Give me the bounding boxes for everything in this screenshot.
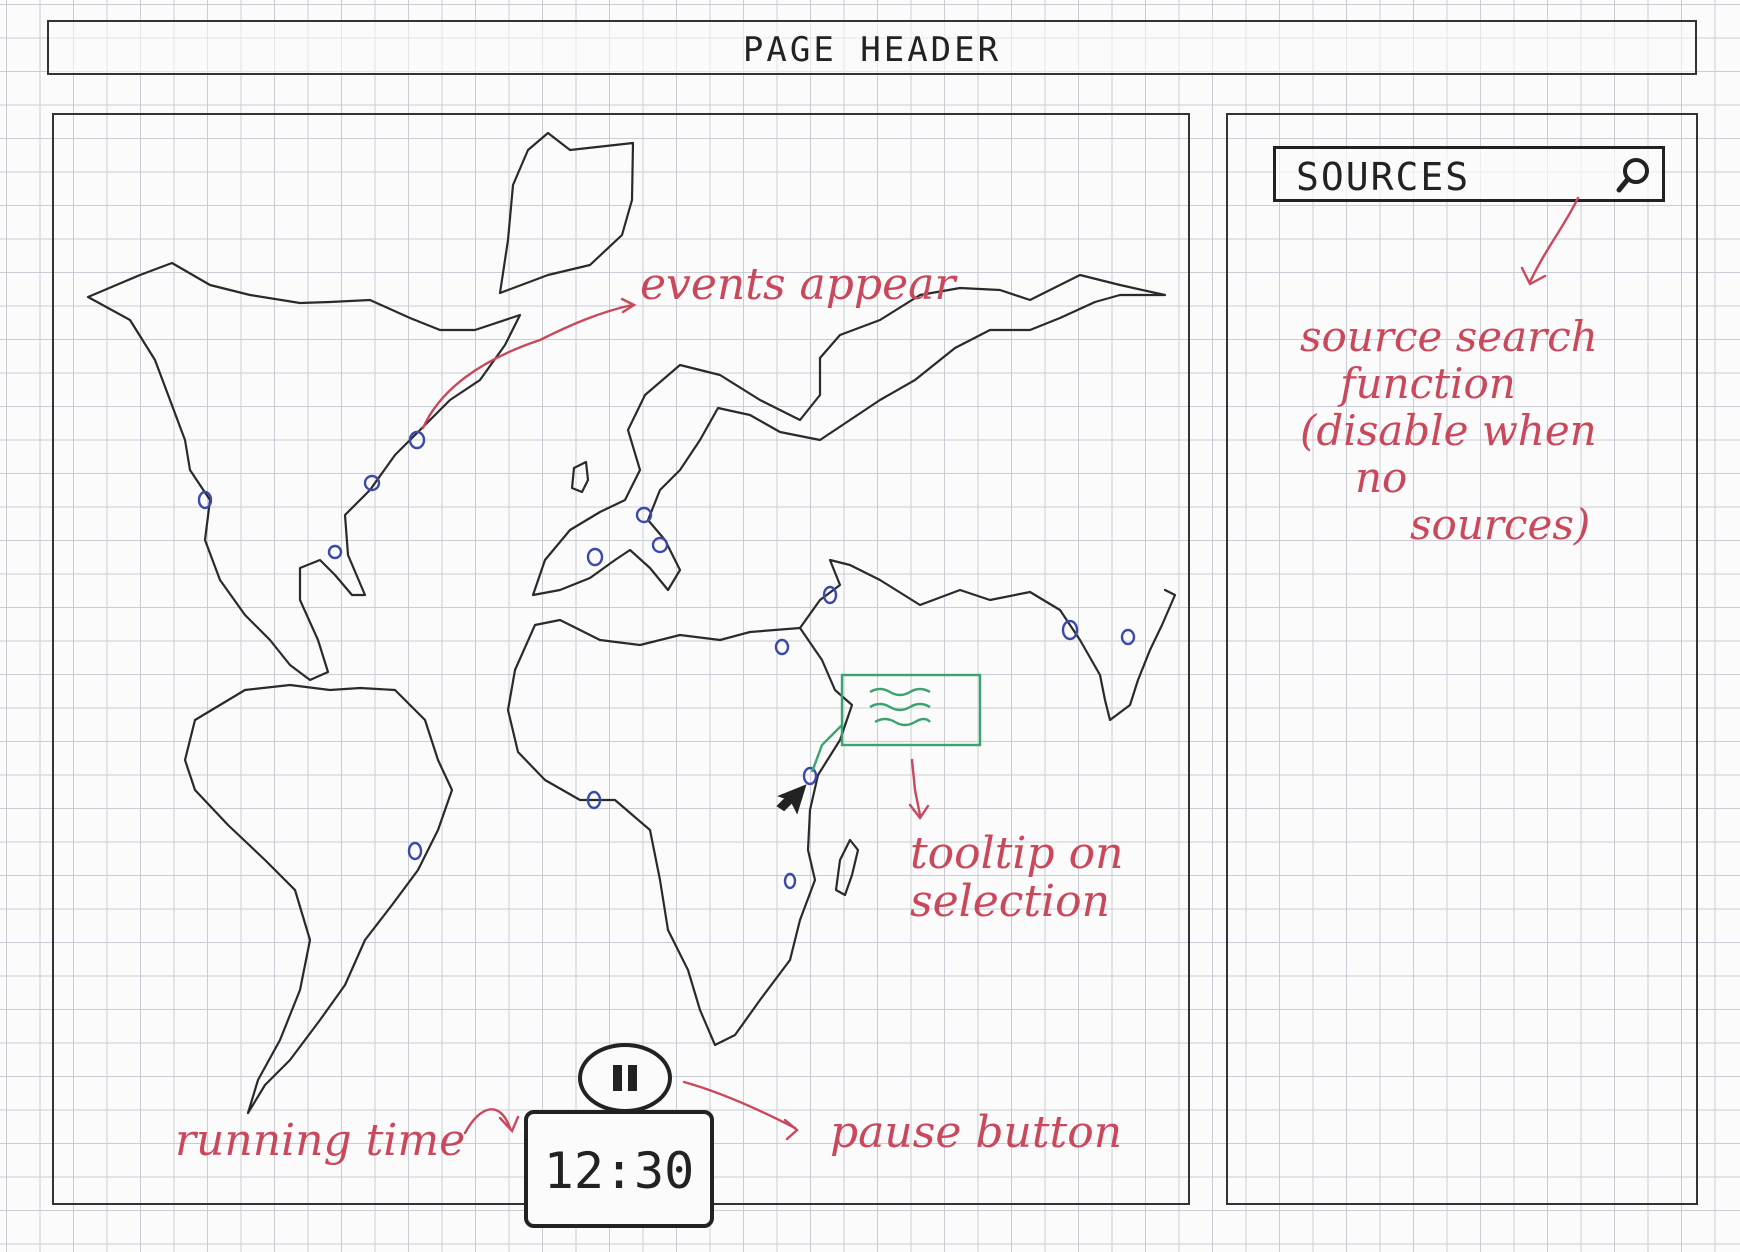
annotation-tooltip: tooltip on selection bbox=[910, 828, 1124, 928]
tooltip-popup bbox=[810, 673, 982, 773]
pause-button[interactable] bbox=[578, 1043, 672, 1113]
greenland-outline bbox=[498, 131, 635, 295]
tooltip-box bbox=[840, 673, 982, 747]
iceland-outline bbox=[570, 460, 590, 494]
annotation-running-time: running time bbox=[175, 1115, 466, 1166]
annotation-line: function bbox=[1340, 359, 1516, 409]
event-marker bbox=[802, 766, 818, 786]
arrow-search bbox=[1528, 196, 1580, 284]
annotation-line: tooltip on bbox=[910, 828, 1124, 879]
arrow-events bbox=[421, 303, 634, 430]
annotation-line: sources) bbox=[1410, 500, 1591, 550]
tooltip-connector bbox=[810, 724, 843, 773]
annotation-line: source search bbox=[1300, 312, 1598, 361]
pause-icon bbox=[613, 1065, 637, 1091]
arrow-tooltip bbox=[910, 758, 922, 817]
running-time-display: 12:30 bbox=[524, 1110, 714, 1228]
annotation-source-search: source search function (disable when no … bbox=[1300, 313, 1598, 548]
south-america-outline bbox=[183, 683, 454, 1115]
north-america-outline bbox=[86, 261, 522, 682]
event-markers bbox=[197, 430, 1136, 890]
event-marker bbox=[1120, 628, 1136, 646]
annotation-line: selection bbox=[910, 876, 1110, 928]
running-time-value: 12:30 bbox=[543, 1142, 695, 1200]
africa-outline bbox=[506, 618, 854, 1047]
annotation-line: (disable when bbox=[1300, 406, 1597, 456]
world-map-sketch bbox=[86, 131, 1580, 1141]
event-marker bbox=[407, 841, 423, 861]
event-marker bbox=[783, 872, 797, 890]
asia-coast-outline bbox=[798, 558, 1177, 722]
madagascar-outline bbox=[834, 838, 860, 897]
annotation-events-appear: events appear bbox=[640, 259, 956, 310]
event-marker bbox=[586, 547, 604, 567]
annotation-line: no bbox=[1355, 453, 1408, 503]
cursor-icon bbox=[776, 784, 807, 815]
event-marker bbox=[651, 536, 669, 554]
event-marker bbox=[327, 544, 343, 560]
event-marker bbox=[774, 638, 790, 656]
europe-outline bbox=[531, 273, 1167, 597]
annotation-pause-button: pause button bbox=[830, 1107, 1123, 1158]
